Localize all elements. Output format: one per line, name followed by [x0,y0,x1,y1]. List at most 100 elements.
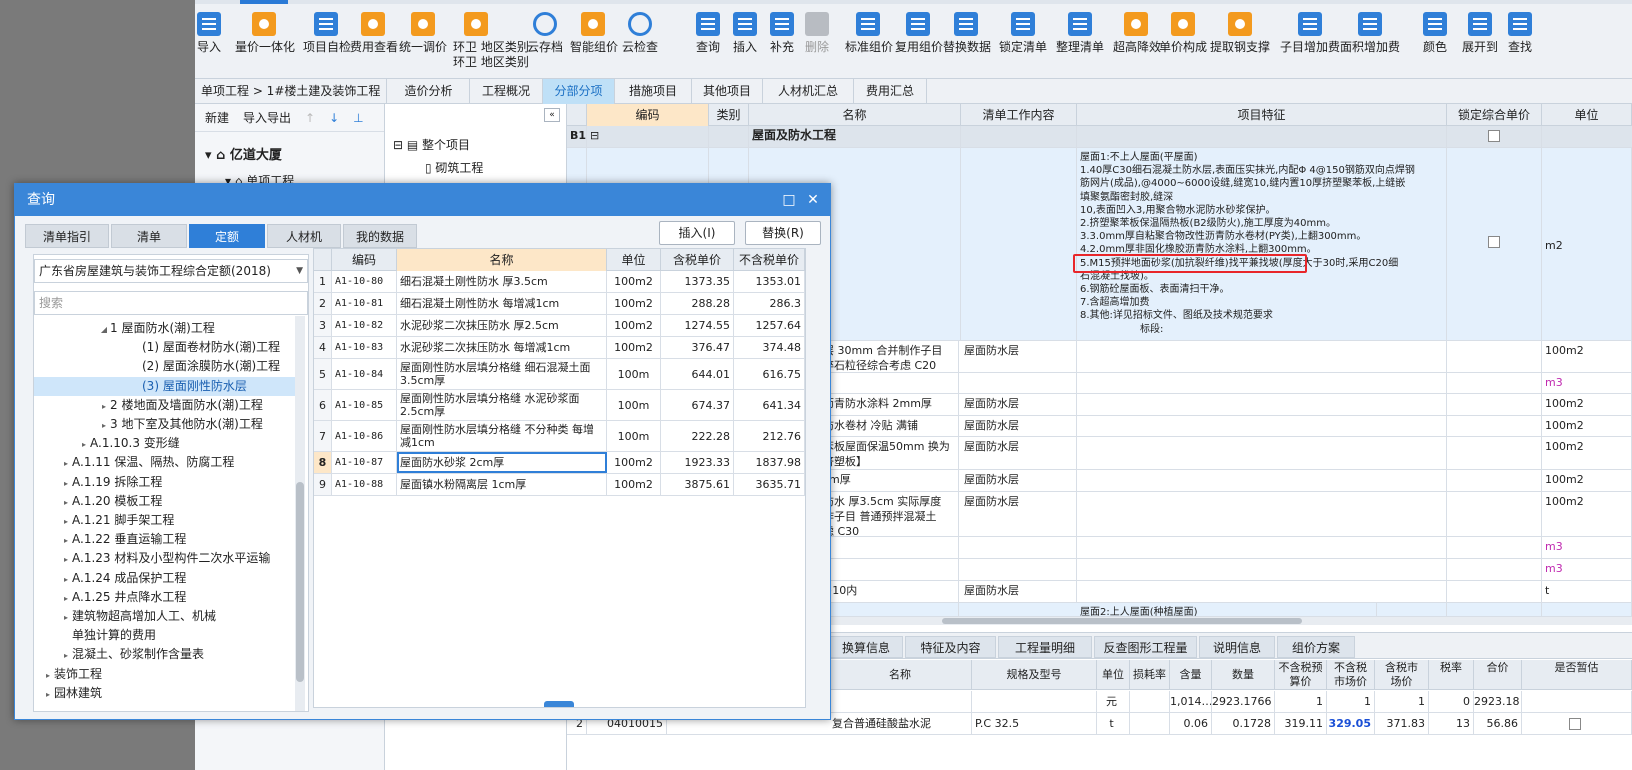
detail-tab-2[interactable]: 工程量明细 [998,636,1092,658]
quota-tree-node[interactable]: ▸ 装饰工程 [34,665,296,684]
toolbar-button-19[interactable]: 单价构成 [1158,10,1208,76]
quota-tree-node[interactable]: 单独计算的费用 [34,626,296,645]
quota-row[interactable]: 1 A1-10-80 细石混凝土刚性防水 厚3.5cm 100m2 1373.35 135… [314,271,805,293]
expand-toggle-icon[interactable]: ▸ [60,608,72,627]
toolbar-button-5[interactable]: 环卫 地区类别 环卫 地区类别 [453,10,529,76]
quota-tree-node[interactable]: ▸ A.1.25 井点降水工程 [34,588,296,607]
toolbar-button-13[interactable]: 标准组价 [845,10,893,76]
quota-row[interactable]: 9 A1-10-88 屋面镇水粉隔离层 1cm厚 100m2 3875.61 3635.7… [314,474,805,496]
toolbar-button-25[interactable]: 查找 [1505,10,1535,76]
grid-header-cell[interactable]: 编码 [587,104,709,126]
tab-2[interactable]: 分部分项 [543,79,615,104]
replace-button[interactable]: 替换(R) [745,221,821,245]
toolbar-button-22[interactable]: 面积增加费 [1340,10,1400,76]
expand-toggle-icon[interactable]: ▸ [60,474,72,493]
quota-row[interactable]: 8 A1-10-87 屋面防水砂浆 2cm厚 100m2 1923.33 1837.98 [314,452,805,474]
quota-tree-node[interactable]: ▸ 3 地下室及其他防水(潮)工程 [34,415,296,434]
grid-header-cell[interactable]: 单位 [1542,104,1632,126]
detail-header-cell[interactable]: 税率 [1429,660,1474,690]
estimate-checkbox[interactable] [1522,713,1632,735]
tree-child-node[interactable]: ▯ 砌筑工程 [425,159,483,176]
quota-tree-node[interactable]: ▸ A.1.11 保温、隔热、防腐工程 [34,453,296,472]
toolbar-button-23[interactable]: 颜色 [1420,10,1450,76]
detail-tab-4[interactable]: 说明信息 [1199,636,1275,658]
detail-header-cell[interactable]: 规格及型号 [972,660,1097,690]
toolbar-button-21[interactable]: 子目增加费 [1280,10,1340,76]
tree-root-node[interactable]: ⊟ ▤ 整个项目 [393,136,470,153]
tab-6[interactable]: 费用汇总 [854,79,927,104]
detail-header-cell[interactable]: 含量 [1170,660,1212,690]
pin-icon[interactable]: ⊥ [353,111,363,125]
tab-0[interactable]: 造价分析 [388,79,470,104]
quota-tree-node[interactable]: ▸ 2 楼地面及墙面防水(潮)工程 [34,396,296,415]
toolbar-button-16[interactable]: 锁定清单 [998,10,1048,76]
dialog-tab-3[interactable]: 人材机 [267,224,341,248]
quota-tree-node[interactable]: ▸ A.1.20 模板工程 [34,492,296,511]
detail-tab-3[interactable]: 反查图形工程量 [1094,636,1197,658]
grid-header-cell[interactable]: 项目特征 [1077,104,1447,126]
toolbar-button-1[interactable]: 量价一体化 [235,10,295,76]
quota-tree-node[interactable]: ▸ A.1.21 脚手架工程 [34,511,296,530]
detail-header-cell[interactable]: 不含税 市场价 [1327,660,1375,690]
quota-tree-node[interactable]: (3) 屋面刚性防水层 [34,376,296,396]
insert-button[interactable]: 插入(I) [659,221,735,245]
grid-header-cell[interactable]: 锁定综合单价 [1447,104,1542,126]
toolbar-button-0[interactable]: 导入 [195,10,223,76]
toolbar-button-9[interactable]: 查询 [693,10,723,76]
toolbar-button-4[interactable]: 统一调价 [398,10,448,76]
toolbar-button-7[interactable]: 智能组价 [570,10,618,76]
quota-row[interactable]: 4 A1-10-83 水泥砂浆二次抹压防水 每增减1cm 100m2 376.47 374… [314,337,805,359]
toolbar-button-6[interactable]: 云存档 [525,10,565,76]
dialog-tab-2[interactable]: 定额 [189,224,265,248]
expand-toggle-icon[interactable]: ◢ [98,320,110,339]
grid-header-cell[interactable]: 名称 [749,104,961,126]
project-node[interactable]: ▾ ⌂ 亿道大厦 [205,144,282,163]
quota-header-cell[interactable]: 编码 [332,249,397,271]
search-input[interactable]: 搜索 [34,291,308,315]
quota-library-select[interactable]: 广东省房屋建筑与装饰工程综合定额(2018) ▼ [34,259,308,283]
quota-tree-node[interactable]: ▸ 园林建筑 [34,684,296,703]
quota-tree-node[interactable]: ▸ A.1.19 拆除工程 [34,473,296,492]
quota-row[interactable]: 6 A1-10-85 屋面刚性防水层填分格缝 水泥砂浆面2.5cm厚 100m 674.… [314,390,805,421]
toolbar-button-24[interactable]: 展开到 [1460,10,1500,76]
quota-tree-node[interactable]: ◢ 1 屋面防水(潮)工程 [34,319,296,338]
quota-tree-node[interactable]: (1) 屋面卷材防水(潮)工程 [34,338,296,357]
tab-1[interactable]: 工程概况 [470,79,543,104]
tab-5[interactable]: 人材机汇总 [763,79,854,104]
quota-tree-node[interactable]: ▸ A.1.24 成品保护工程 [34,569,296,588]
move-up-icon[interactable]: ↑ [305,111,315,125]
quota-tree-node[interactable]: ▸ A.1.10.3 变形缝 [34,434,296,453]
expand-toggle-icon[interactable]: ▸ [60,493,72,512]
detail-header-cell[interactable]: 不含税预 算价 [1275,660,1327,690]
import-export-menu[interactable]: 导入导出 [243,111,291,125]
detail-header-cell[interactable]: 含税市 场价 [1375,660,1429,690]
toolbar-button-3[interactable]: 费用查看 [350,10,398,76]
expand-toggle-icon[interactable]: ▸ [60,570,72,589]
quota-tree-node[interactable]: ▸ A.1.22 垂直运输工程 [34,530,296,549]
detail-header-cell[interactable]: 单位 [1097,660,1130,690]
estimate-checkbox[interactable] [1522,691,1632,713]
toolbar-button-2[interactable]: 项目自检 [303,10,351,76]
expand-toggle-icon[interactable]: ▸ [60,454,72,473]
expand-toggle-icon[interactable]: ▸ [60,512,72,531]
collapse-panel-icon[interactable]: « [544,108,560,122]
project-feature-cell[interactable]: 屋面1:不上人屋面(平屋面) 1.40厚C30细石混凝土防水层,表面压实抹光,内配… [1077,148,1447,340]
grid-row-b1[interactable]: B1 ⊟ 屋面及防水工程 [567,126,1632,148]
detail-header-cell[interactable]: 合价 [1474,660,1522,690]
detail-header-cell[interactable]: 是否暂估 [1522,660,1632,690]
detail-header-cell[interactable]: 数量 [1212,660,1275,690]
collapse-toggle-icon[interactable]: ⊟ [587,126,709,147]
dialog-tab-1[interactable]: 清单 [111,224,187,248]
quota-header-cell[interactable]: 名称 [397,249,607,271]
maximize-icon[interactable]: □ [778,184,800,216]
grid-header-cell[interactable]: 清单工作内容 [961,104,1077,126]
tab-3[interactable]: 措施项目 [615,79,692,104]
horizontal-scrollbar[interactable] [822,617,1632,625]
tree-scrollbar[interactable] [295,316,305,711]
move-down-icon[interactable]: ↓ [329,111,339,125]
lock-checkbox[interactable] [1447,126,1542,147]
quota-tree-node[interactable]: ▸ A.1.23 材料及小型构件二次水平运输 [34,549,296,568]
toolbar-button-17[interactable]: 整理清单 [1055,10,1105,76]
toolbar-button-15[interactable]: 替换数据 [943,10,991,76]
expand-toggle-icon[interactable]: ▸ [98,416,110,435]
